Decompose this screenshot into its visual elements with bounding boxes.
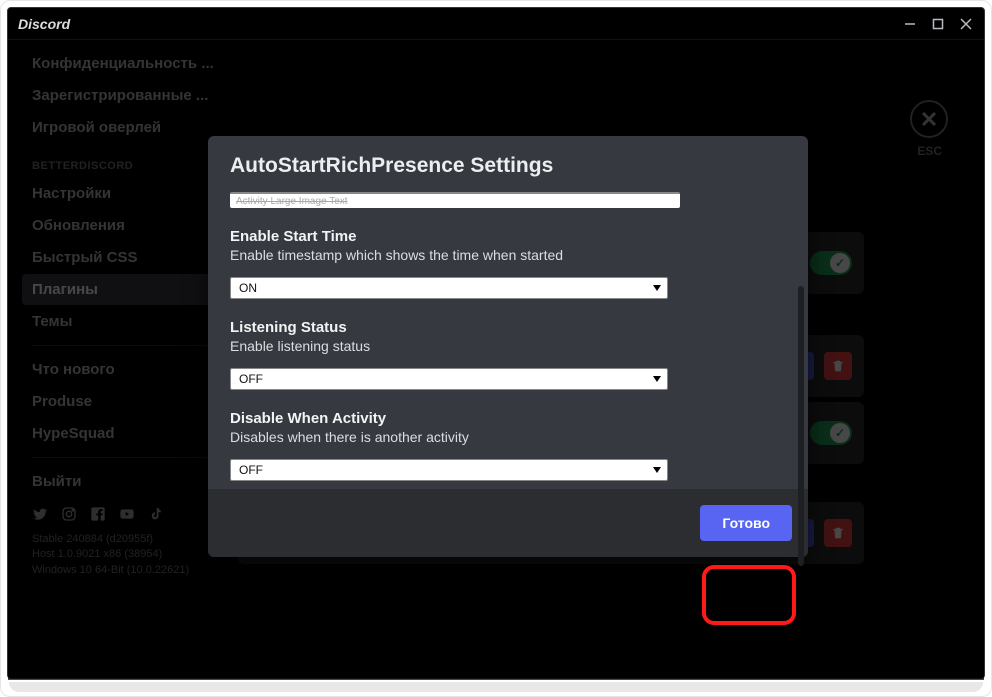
setting-select-disable-activity[interactable]: OFF [230,459,668,481]
modal-title: AutoStartRichPresence Settings [230,154,786,178]
sidebar-item-bd-settings[interactable]: Настройки [22,178,230,209]
sidebar-item-overlay[interactable]: Игровой оверлей [22,112,230,143]
sidebar-header-betterdiscord: BETTERDISCORD [22,144,230,178]
build-info: Stable 240884 (d20955f) Host 1.0.9021 x8… [22,532,230,578]
sidebar-item-produse[interactable]: Produse [22,386,230,417]
setting-desc: Enable timestamp which shows the time wh… [230,247,786,263]
close-window-button[interactable] [952,10,980,38]
youtube-icon[interactable] [119,506,135,522]
tiktok-icon[interactable] [148,506,164,522]
instagram-icon[interactable] [61,506,77,522]
setting-title: Disable When Activity [230,410,786,427]
activity-large-image-text-input[interactable]: Activity Large Image Text [230,192,680,208]
sidebar-item-bd-updates[interactable]: Обновления [22,210,230,241]
setting-select-start-time[interactable]: ON [230,277,668,299]
card-shadow [9,682,983,692]
done-button[interactable]: Готово [700,505,792,541]
modal-footer: Готово [208,489,808,557]
plugin-toggle[interactable] [810,421,852,445]
social-links [22,498,230,532]
sidebar-item-privacy[interactable]: Конфиденциальность ... [22,48,230,79]
setting-title: Enable Start Time [230,228,786,245]
chevron-down-icon [653,467,661,473]
titlebar: Discord [8,8,984,40]
sidebar-item-registered[interactable]: Зарегистрированные ... [22,80,230,111]
plugin-settings-modal: AutoStartRichPresence Settings Activity … [208,136,808,557]
setting-desc: Enable listening status [230,338,786,354]
setting-disable-when-activity: Disable When Activity Disables when ther… [230,410,786,481]
sidebar-item-bd-themes[interactable]: Темы [22,306,230,337]
app-brand: Discord [18,16,70,32]
sidebar-item-logout[interactable]: Выйти [22,466,230,497]
chevron-down-icon [653,285,661,291]
sidebar-item-bd-plugins[interactable]: Плагины [22,274,230,305]
setting-listening-status: Listening Status Enable listening status… [230,319,786,390]
sidebar-separator [32,457,220,458]
chevron-down-icon [653,376,661,382]
trash-icon[interactable] [824,519,852,547]
setting-title: Listening Status [230,319,786,336]
setting-enable-start-time: Enable Start Time Enable timestamp which… [230,228,786,299]
close-settings-button[interactable] [910,100,948,138]
sidebar-separator [32,345,220,346]
sidebar-item-changelog[interactable]: Что нового [22,354,230,385]
modal-scrollbar[interactable] [798,196,804,477]
setting-select-listening[interactable]: OFF [230,368,668,390]
plugin-toggle[interactable] [810,251,852,275]
close-esc-label: ESC [917,144,942,158]
facebook-icon[interactable] [90,506,106,522]
sidebar-item-hypesquad[interactable]: HypeSquad [22,418,230,449]
twitter-icon[interactable] [32,506,48,522]
window-controls [896,10,980,38]
trash-icon[interactable] [824,352,852,380]
settings-sidebar: Конфиденциальность ... Зарегистрированны… [8,40,238,680]
scrollbar-thumb[interactable] [798,286,804,566]
minimize-button[interactable] [896,10,924,38]
sidebar-item-bd-css[interactable]: Быстрый CSS [22,242,230,273]
maximize-button[interactable] [924,10,952,38]
setting-desc: Disables when there is another activity [230,429,786,445]
